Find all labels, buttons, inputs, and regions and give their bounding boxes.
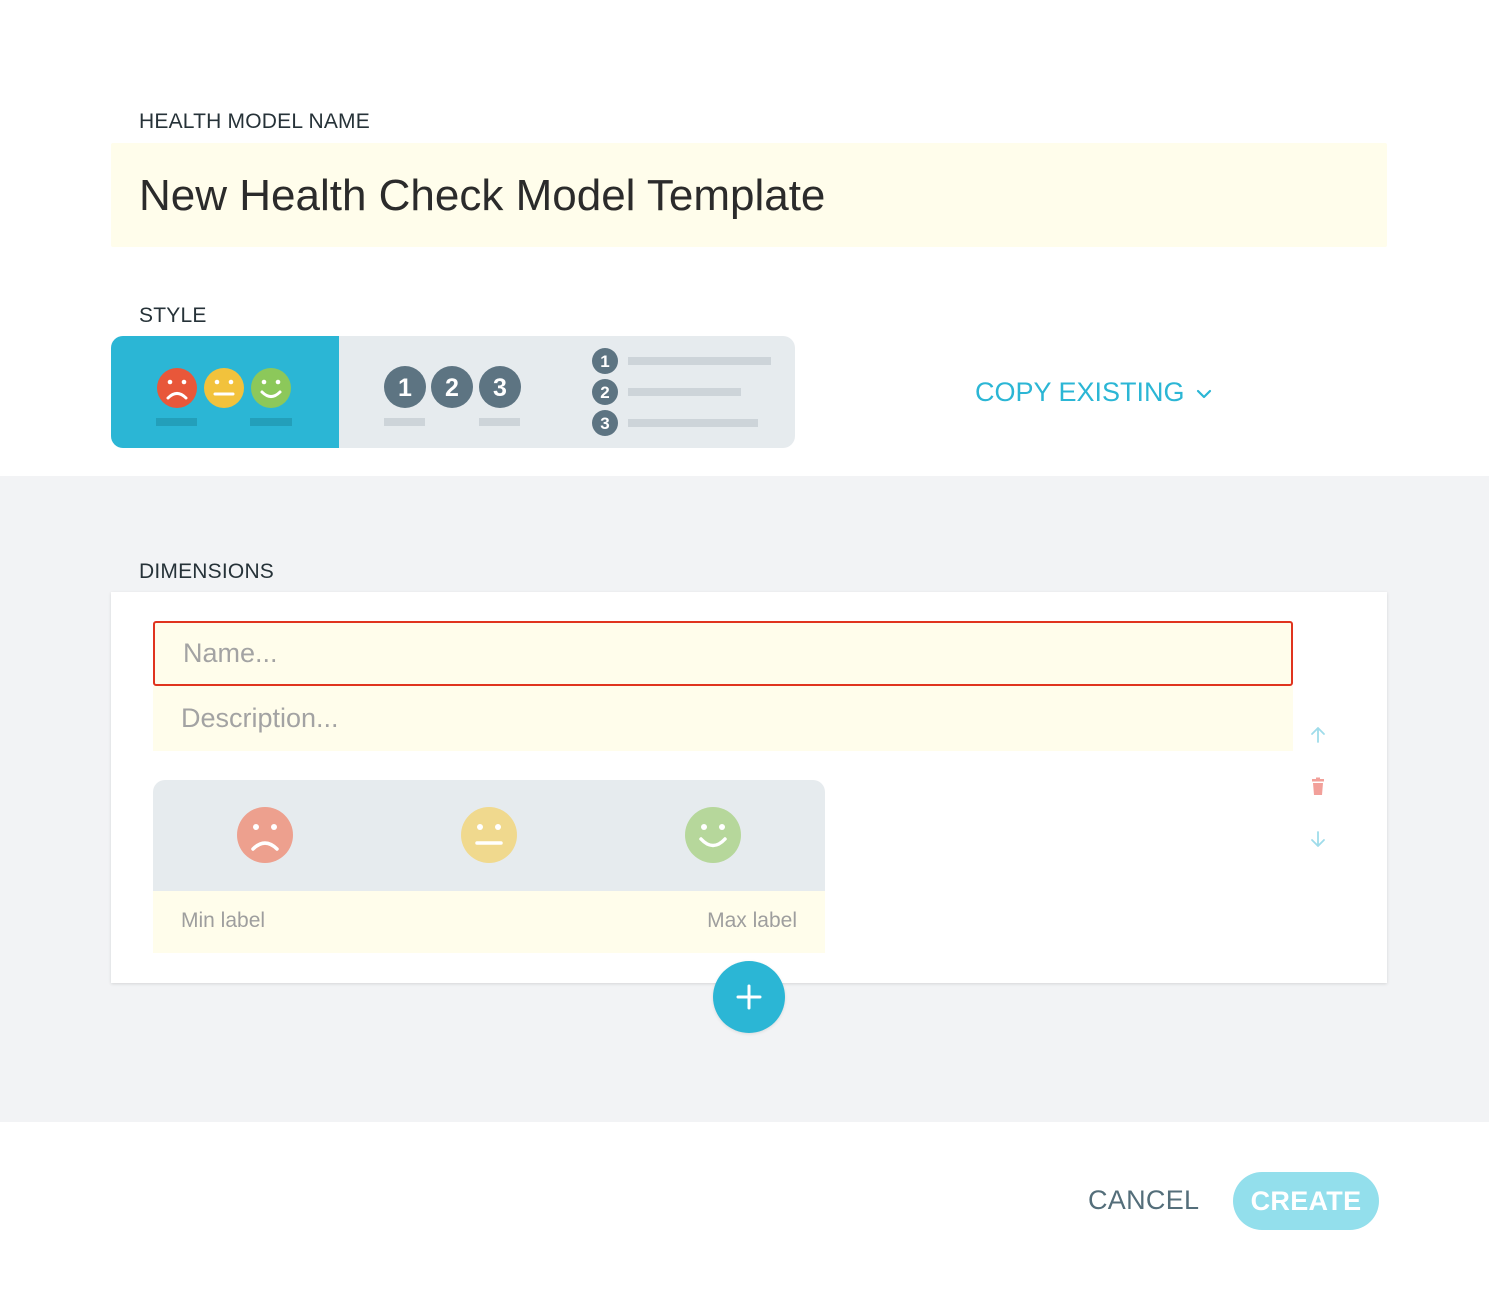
trash-icon[interactable] [1307, 776, 1329, 798]
copy-existing-dropdown[interactable]: COPY EXISTING [975, 377, 1212, 408]
list-number-3: 3 [600, 414, 609, 433]
arrow-up-icon[interactable] [1307, 724, 1329, 746]
dimensions-label: DIMENSIONS [139, 560, 275, 583]
list-number-2: 2 [600, 383, 609, 402]
chevron-down-icon [1196, 389, 1212, 398]
plus-icon [736, 984, 762, 1010]
numbered-list-style-icon: 1 2 3 [592, 348, 771, 436]
neutral-face-icon[interactable] [461, 807, 517, 863]
copy-existing-label: COPY EXISTING [975, 377, 1185, 407]
health-model-name-label: HEALTH MODEL NAME [139, 110, 370, 133]
style-label: STYLE [139, 304, 207, 327]
style-selector: 1 2 3 1 2 3 [111, 336, 795, 448]
add-dimension-button[interactable] [713, 961, 785, 1033]
health-model-name-value[interactable]: New Health Check Model Template [139, 171, 825, 221]
sad-face-icon[interactable] [237, 807, 293, 863]
cancel-button[interactable]: CANCEL [1088, 1185, 1199, 1216]
arrow-down-icon[interactable] [1307, 828, 1329, 850]
happy-face-icon[interactable] [685, 807, 741, 863]
max-label-input[interactable]: Max label [707, 909, 797, 933]
smileys-style-icon [156, 368, 292, 426]
dimension-description-input[interactable] [153, 686, 1293, 751]
health-model-name-field[interactable]: New Health Check Model Template [111, 143, 1387, 247]
style-option-smileys[interactable] [111, 336, 339, 448]
create-button[interactable]: CREATE [1233, 1172, 1379, 1230]
style-option-numbers[interactable]: 1 2 3 [339, 336, 567, 448]
dimension-name-input[interactable] [153, 621, 1293, 686]
dimension-scale [153, 780, 825, 891]
list-number-1: 1 [600, 352, 609, 371]
style-option-numbered-list[interactable]: 1 2 3 [567, 336, 795, 448]
dimension-card: Min label Max label [111, 592, 1387, 983]
header-section: HEALTH MODEL NAME New Health Check Model… [0, 0, 1489, 476]
style-number-2: 2 [445, 374, 459, 402]
style-number-3: 3 [493, 374, 507, 402]
numbers-style-icon: 1 2 3 [384, 366, 521, 426]
style-number-1: 1 [398, 374, 412, 402]
scale-labels: Min label Max label [153, 891, 825, 953]
min-label-input[interactable]: Min label [181, 909, 265, 933]
